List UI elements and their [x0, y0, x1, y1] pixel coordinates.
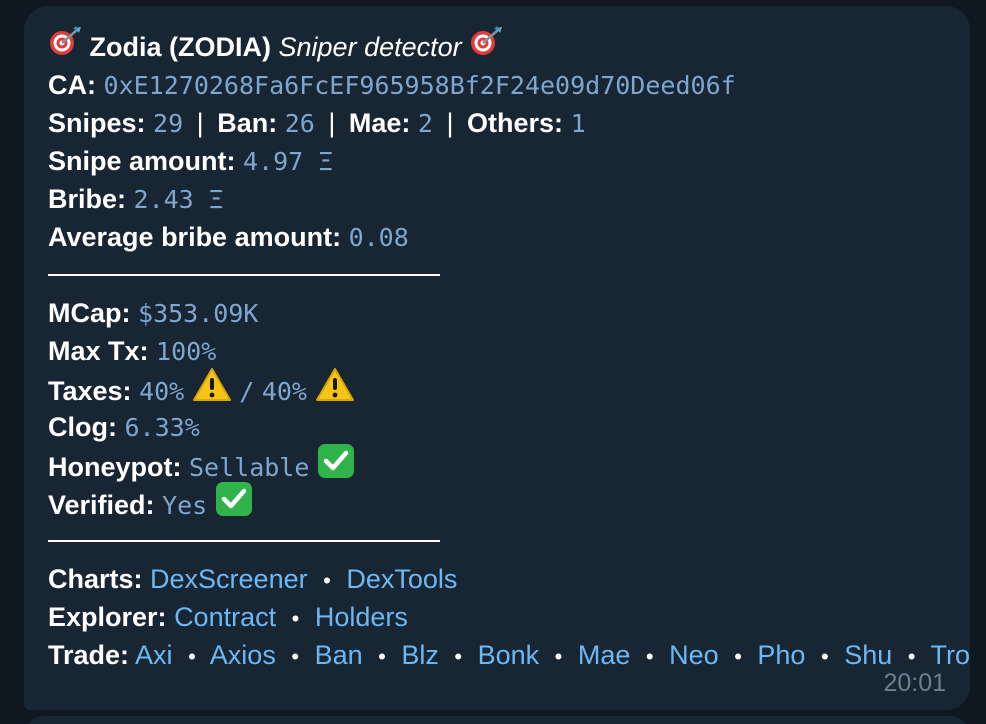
trade-row: Trade: Axi • Axios • Ban • Blz • Bonk • … [48, 636, 970, 674]
ca-label: CA: [48, 70, 96, 100]
tax-slash: / [239, 377, 255, 407]
link-contract[interactable]: Contract [174, 602, 276, 632]
bribe-row: Bribe: 2.43 Ξ [48, 180, 946, 218]
divider [48, 274, 440, 276]
link-dexscreener[interactable]: DexScreener [150, 564, 308, 594]
honeypot-row: Honeypot: Sellable [48, 444, 946, 484]
separator: | [196, 108, 204, 138]
link-trade-mae[interactable]: Mae [578, 640, 631, 670]
charts-label: Charts: [48, 564, 143, 594]
token-title: Zodia (ZODIA) [89, 32, 271, 62]
next-message-bubble [24, 716, 970, 724]
snipe-amount-label: Snipe amount: [48, 146, 236, 176]
message-header: Zodia (ZODIA) Sniper detector [48, 25, 946, 66]
clog-value[interactable]: 6.33% [125, 413, 200, 442]
message-timestamp: 20:01 [883, 669, 946, 697]
message-bubble[interactable]: Zodia (ZODIA) Sniper detector CA: 0xE127… [24, 6, 970, 710]
verified-label: Verified: [48, 490, 155, 521]
taxes-row: Taxes: 40% / 40% [48, 368, 946, 408]
link-trade-blz[interactable]: Blz [401, 640, 439, 670]
snipes-row: Snipes: 29 | Ban: 26 | Mae: 2 | Others: … [48, 104, 946, 142]
link-trade-bonk[interactable]: Bonk [478, 640, 540, 670]
sell-tax-value[interactable]: 40% [262, 377, 307, 406]
link-trade-pho[interactable]: Pho [757, 640, 805, 670]
explorer-label: Explorer: [48, 602, 167, 632]
warning-icon [315, 367, 355, 413]
dot-separator: • [820, 644, 829, 669]
dot-separator: • [454, 644, 463, 669]
separator: | [446, 108, 454, 138]
warning-icon [192, 367, 232, 413]
others-value[interactable]: 1 [571, 109, 586, 138]
others-label: Others: [467, 108, 564, 138]
contract-address-row: CA: 0xE1270268Fa6FcEF965958Bf2F24e09d70D… [48, 66, 946, 104]
dot-separator: • [323, 568, 331, 593]
check-mark-icon [317, 443, 355, 489]
dot-separator: • [378, 644, 386, 669]
message-subtitle: Sniper detector [278, 32, 462, 62]
buy-tax-value[interactable]: 40% [139, 377, 184, 406]
verified-value[interactable]: Yes [162, 491, 207, 520]
max-tx-row: Max Tx: 100% [48, 332, 946, 370]
divider [48, 540, 440, 542]
mae-value[interactable]: 2 [418, 109, 433, 138]
dot-separator: • [645, 644, 654, 669]
avg-bribe-label: Average bribe amount: [48, 222, 342, 252]
max-tx-label: Max Tx: [48, 336, 149, 366]
ban-label: Ban: [217, 108, 278, 138]
trade-label: Trade: [48, 640, 130, 670]
link-trade-axi[interactable]: Axi [135, 640, 173, 670]
clog-row: Clog: 6.33% [48, 408, 946, 446]
snipes-value[interactable]: 29 [153, 109, 183, 138]
bribe-label: Bribe: [48, 184, 127, 214]
verified-row: Verified: Yes [48, 482, 946, 522]
link-trade-neo[interactable]: Neo [669, 640, 719, 670]
separator: | [328, 108, 336, 138]
contract-address[interactable]: 0xE1270268Fa6FcEF965958Bf2F24e09d70Deed0… [104, 71, 736, 100]
mcap-row: MCap: $353.09K [48, 294, 946, 332]
honeypot-label: Honeypot: [48, 452, 182, 483]
mcap-label: MCap: [48, 298, 131, 328]
explorer-row: Explorer: Contract • Holders [48, 598, 946, 636]
taxes-label: Taxes: [48, 376, 132, 407]
link-trade-axios[interactable]: Axios [210, 640, 276, 670]
link-holders[interactable]: Holders [315, 602, 408, 632]
ban-value[interactable]: 26 [285, 109, 315, 138]
bribe-value[interactable]: 2.43 Ξ [134, 185, 224, 214]
link-dextools[interactable]: DexTools [346, 564, 457, 594]
link-trade-ban[interactable]: Ban [315, 640, 363, 670]
dot-separator: • [188, 644, 196, 669]
target-dart-icon [48, 25, 82, 66]
snipe-amount-value[interactable]: 4.97 Ξ [243, 147, 333, 176]
charts-row: Charts: DexScreener • DexTools [48, 560, 946, 598]
dot-separator: • [554, 644, 563, 669]
mcap-value[interactable]: $353.09K [138, 299, 258, 328]
avg-bribe-value[interactable]: 0.08 [349, 223, 409, 252]
avg-bribe-row: Average bribe amount: 0.08 [48, 218, 946, 256]
target-dart-icon [469, 25, 503, 66]
max-tx-value[interactable]: 100% [156, 337, 216, 366]
snipes-label: Snipes: [48, 108, 146, 138]
snipe-amount-row: Snipe amount: 4.97 Ξ [48, 142, 946, 180]
dot-separator: • [291, 644, 300, 669]
dot-separator: • [734, 644, 742, 669]
honeypot-value[interactable]: Sellable [189, 453, 309, 482]
mae-label: Mae: [348, 108, 411, 138]
check-mark-icon [215, 481, 253, 527]
chat-view: Zodia (ZODIA) Sniper detector CA: 0xE127… [0, 0, 986, 724]
dot-separator: • [291, 606, 300, 631]
clog-label: Clog: [48, 412, 117, 442]
